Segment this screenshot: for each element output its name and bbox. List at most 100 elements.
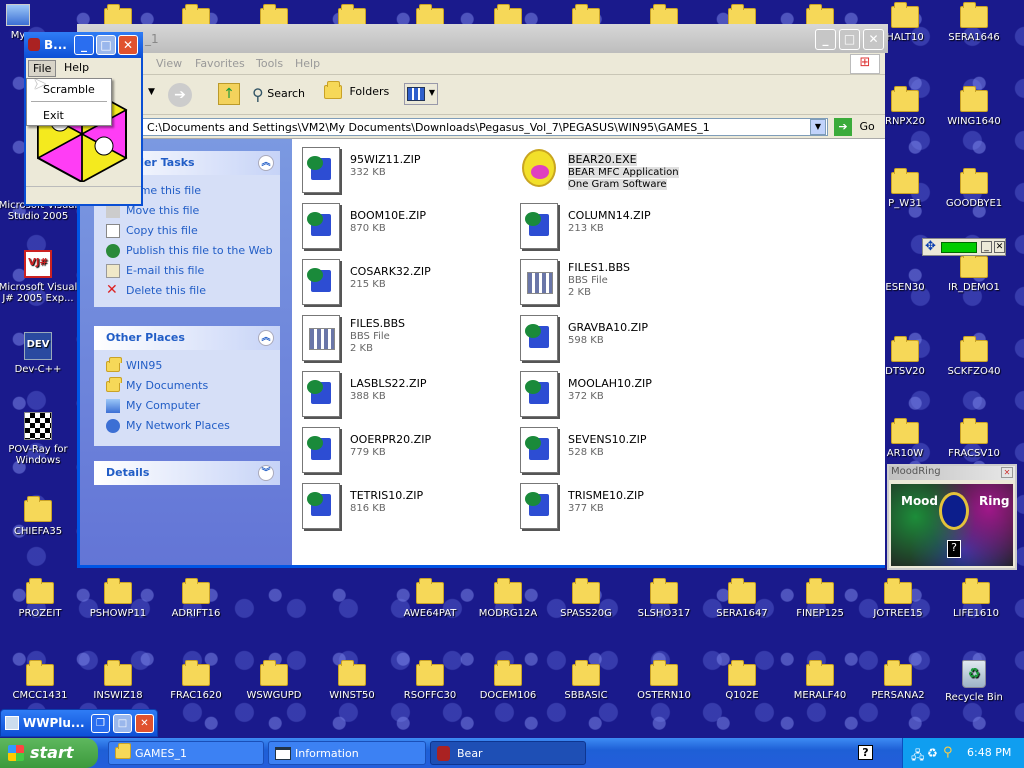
desktop-icon-ir-demo1[interactable]: IR_DEMO1 [934, 252, 1014, 293]
maximize-button[interactable]: □ [96, 35, 116, 55]
move-icon[interactable]: ✥ [925, 239, 936, 254]
moodring-help-button[interactable]: ? [947, 540, 961, 558]
desktop-icon-modrg12a[interactable]: MODRG12A [468, 578, 548, 619]
file-item[interactable]: BEAR20.EXE BEAR MFC Application One Gram… [520, 147, 730, 199]
maximize-button[interactable]: □ [839, 29, 860, 50]
tray-recycle-icon[interactable]: ♻ [927, 746, 938, 760]
menu-item-exit[interactable]: Exit [43, 109, 64, 122]
folders-button[interactable]: Folders [324, 81, 389, 99]
close-button[interactable]: ✕ [863, 29, 884, 50]
place-win95[interactable]: WIN95 [94, 356, 280, 376]
desktop-icon-finep125[interactable]: FINEP125 [780, 578, 860, 619]
back-dropdown-icon[interactable]: ▼ [148, 87, 155, 97]
file-item[interactable]: COLUMN14.ZIP 213 KB [520, 203, 730, 255]
place-network[interactable]: My Network Places [94, 416, 280, 436]
desktop-icon-ar10w[interactable]: AR10W [885, 418, 925, 459]
close-icon[interactable]: ✕ [994, 241, 1005, 253]
file-item[interactable]: GRAVBA10.ZIP 598 KB [520, 315, 730, 367]
file-item[interactable]: OOERPR20.ZIP 779 KB [302, 427, 512, 479]
file-item[interactable]: LASBLS22.ZIP 388 KB [302, 371, 512, 423]
desktop-icon-frac1620[interactable]: FRAC1620 [156, 660, 236, 701]
menu-view[interactable]: View [156, 57, 182, 70]
minimize-button[interactable]: _ [815, 29, 836, 50]
file-item[interactable]: SEVENS10.ZIP 528 KB [520, 427, 730, 479]
maximize-button[interactable]: □ [113, 714, 132, 733]
desktop-icon-recycle-bin[interactable]: ♻ Recycle Bin [934, 660, 1014, 703]
bear-titlebar[interactable]: B... _ □ ✕ [24, 32, 143, 58]
menu-help[interactable]: Help [60, 61, 93, 74]
desktop-icon-dtsv20[interactable]: DTSV20 [885, 336, 925, 377]
collapse-icon[interactable]: ︽ [258, 155, 274, 171]
close-button[interactable]: ✕ [135, 714, 154, 733]
desktop-icon-meralf40[interactable]: MERALF40 [780, 660, 860, 701]
explorer-window[interactable]: _1 _ □ ✕ View Favorites Tools Help ⊞ ▼ ➔… [77, 24, 888, 568]
taskbar-item-information[interactable]: Information [268, 741, 426, 765]
place-my-documents[interactable]: My Documents [94, 376, 280, 396]
desktop-icon-adrift16[interactable]: ADRIFT16 [156, 578, 236, 619]
up-folder-icon[interactable]: ↑ [218, 83, 240, 105]
file-item[interactable]: BOOM10E.ZIP 870 KB [302, 203, 512, 255]
file-item[interactable]: FILES1.BBS BBS File 2 KB [520, 259, 730, 311]
desktop-icon-persana2[interactable]: PERSANA2 [858, 660, 938, 701]
minimize-button[interactable]: _ [74, 35, 94, 55]
details-header[interactable]: Details ︾ [94, 461, 280, 485]
go-button[interactable]: ➔ Go [834, 118, 875, 136]
desktop-icon-wing1640[interactable]: WING1640 [934, 86, 1014, 127]
desktop-icon-sbbasic[interactable]: SBBASIC [546, 660, 626, 701]
desktop-icon-esen30[interactable]: ESEN30 [885, 256, 925, 293]
desktop-icon-dev-cpp[interactable]: DEV Dev-C++ [0, 332, 78, 375]
menu-favorites[interactable]: Favorites [195, 57, 245, 70]
views-button[interactable]: ▼ [404, 83, 438, 105]
search-button[interactable]: ⚲ Search [252, 85, 305, 104]
desktop-icon-wswgupd[interactable]: WSWGUPD [234, 660, 314, 701]
file-item[interactable]: MOOLAH10.ZIP 372 KB [520, 371, 730, 423]
desktop-icon-ostern10[interactable]: OSTERN10 [624, 660, 704, 701]
close-button[interactable]: ✕ [118, 35, 138, 55]
file-item[interactable]: TETRIS10.ZIP 816 KB [302, 483, 512, 535]
desktop-icon-sera1646[interactable]: SERA1646 [934, 2, 1014, 43]
minimize-icon[interactable]: _ [981, 241, 992, 253]
taskbar-item-bear[interactable]: Bear [430, 741, 586, 765]
desktop-icon-prozeit[interactable]: PROZEIT [0, 578, 80, 619]
desktop-icon-sera1647[interactable]: SERA1647 [702, 578, 782, 619]
wwplu-window[interactable]: WWPlu... ❐ □ ✕ [0, 709, 158, 737]
desktop-icon-awe64pat[interactable]: AWE64PAT [390, 578, 470, 619]
desktop-icon-q102e[interactable]: Q102E [702, 660, 782, 701]
desktop-icon-life1610[interactable]: LIFE1610 [936, 578, 1016, 619]
place-my-computer[interactable]: My Computer [94, 396, 280, 416]
desktop-icon-winst50[interactable]: WINST50 [312, 660, 392, 701]
other-places-header[interactable]: Other Places ︽ [94, 326, 280, 350]
expand-icon[interactable]: ︾ [258, 465, 274, 481]
mini-floating-widget[interactable]: ✥ _ ✕ [922, 238, 1006, 256]
desktop-icon-rsoffc30[interactable]: RSOFFC30 [390, 660, 470, 701]
menu-tools[interactable]: Tools [256, 57, 283, 70]
file-item[interactable]: 95WIZ11.ZIP 332 KB [302, 147, 512, 199]
taskbar-item-games1[interactable]: GAMES_1 [108, 741, 264, 765]
desktop-icon-cmcc1431[interactable]: CMCC1431 [0, 660, 80, 701]
collapse-icon[interactable]: ︽ [258, 330, 274, 346]
desktop-icon-fracsv10[interactable]: FRACSV10 [934, 418, 1014, 459]
help-icon[interactable]: ? [858, 745, 873, 760]
desktop-icon-docem106[interactable]: DOCEM106 [468, 660, 548, 701]
address-input[interactable]: C:\Documents and Settings\VM2\My Documen… [142, 118, 828, 136]
desktop-icon-chiefa35[interactable]: CHIEFA35 [0, 496, 78, 537]
forward-icon[interactable]: ➔ [168, 83, 192, 107]
desktop-icon-povray[interactable]: POV-Ray for Windows [0, 412, 78, 466]
explorer-titlebar[interactable]: _1 _ □ ✕ [77, 24, 888, 53]
desktop-icon-p-w31[interactable]: P_W31 [885, 168, 925, 209]
file-item[interactable]: FILES.BBS BBS File 2 KB [302, 315, 512, 367]
address-dropdown-icon[interactable]: ▼ [810, 119, 826, 135]
desktop-icon-rnpx20[interactable]: RNPX20 [885, 86, 925, 127]
restore-button[interactable]: ❐ [91, 714, 110, 733]
desktop-icon-visual-jsharp[interactable]: VJ# Microsoft Visual J# 2005 Exp... [0, 250, 78, 304]
desktop-icon-pshowp11[interactable]: PSHOWP11 [78, 578, 158, 619]
desktop-icon-slsho317[interactable]: SLSHO317 [624, 578, 704, 619]
desktop-icon-jotree15[interactable]: JOTREE15 [858, 578, 938, 619]
task-publish[interactable]: Publish this file to the Web [94, 241, 280, 261]
clock[interactable]: 6:48 PM [967, 746, 1011, 759]
tray-network-icon[interactable]: 🖧 [911, 746, 924, 767]
desktop-icon-halt10[interactable]: HALT10 [885, 2, 925, 43]
close-icon[interactable]: ✕ [1001, 467, 1013, 478]
menu-item-scramble[interactable]: Scramble [43, 83, 95, 96]
start-button[interactable]: start [0, 738, 98, 768]
